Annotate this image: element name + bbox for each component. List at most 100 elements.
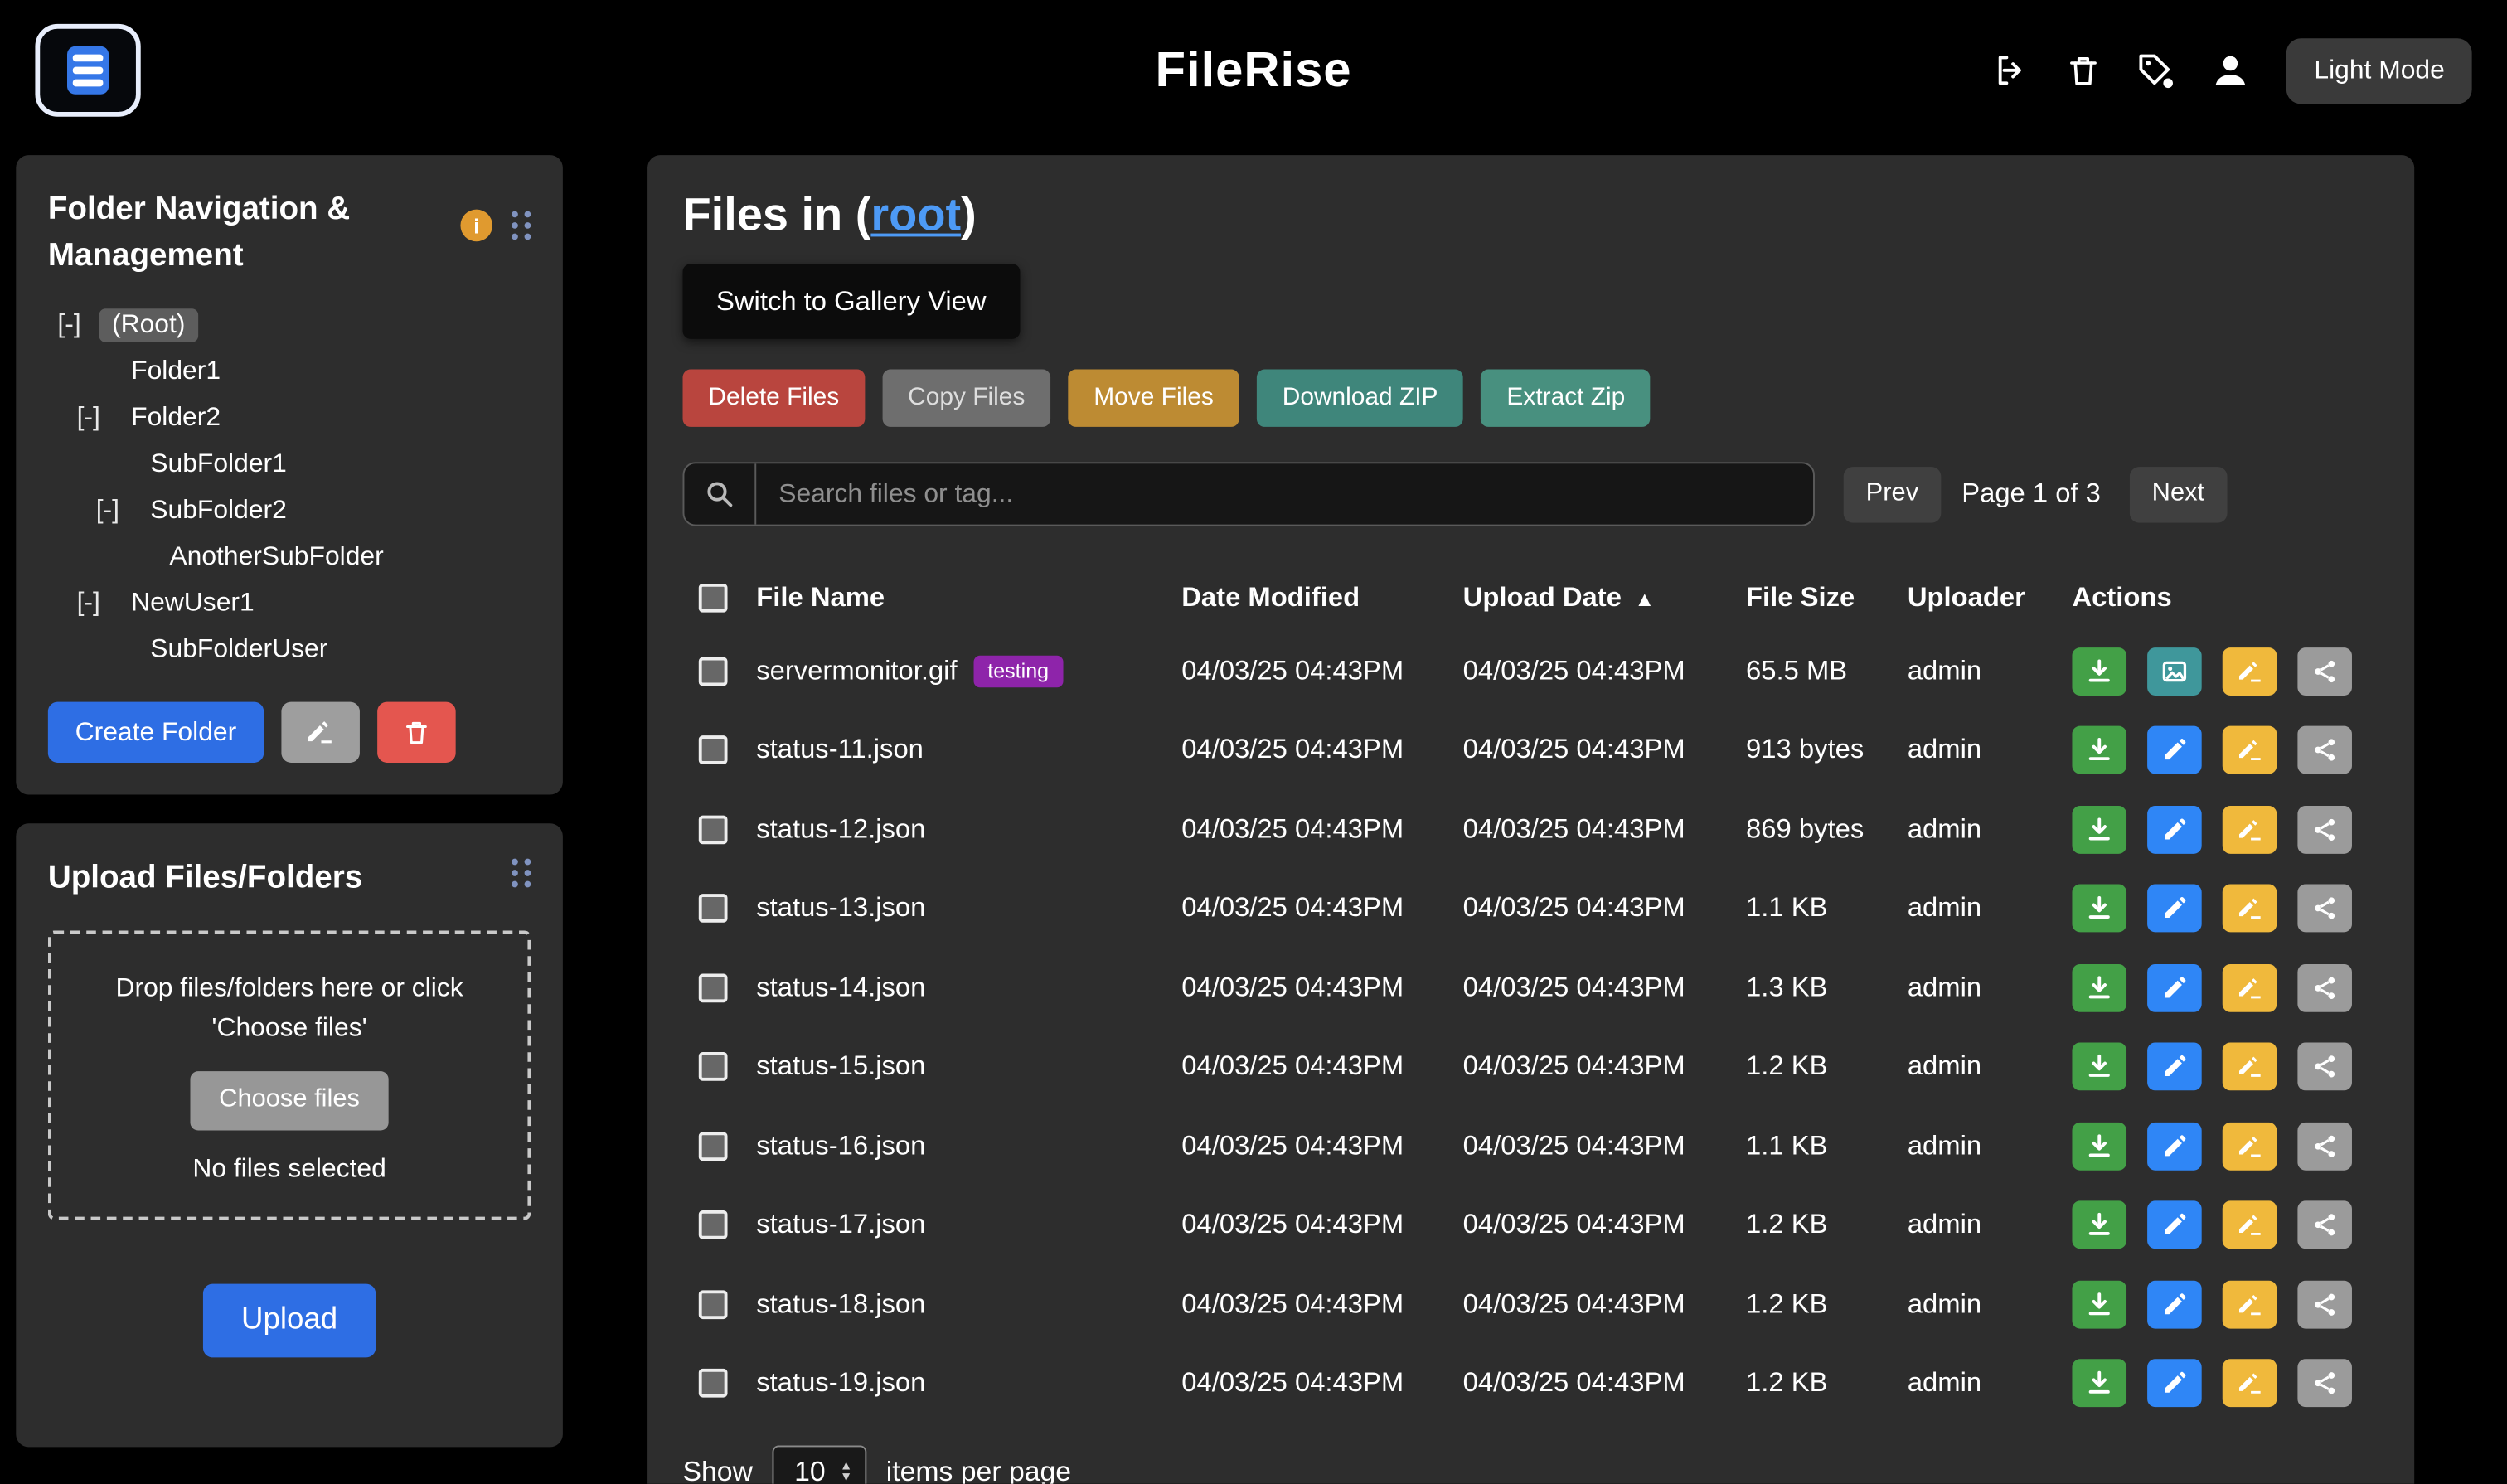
share-button[interactable]: [2297, 963, 2352, 1011]
download-button[interactable]: [2072, 1122, 2126, 1170]
rename-button[interactable]: [2223, 1280, 2277, 1328]
upload-button[interactable]: Upload: [203, 1284, 376, 1358]
edit-button[interactable]: [2147, 1360, 2202, 1408]
rename-button[interactable]: [2223, 1201, 2277, 1249]
row-checkbox[interactable]: [699, 973, 728, 1002]
tree-item-folder2[interactable]: [-]Folder2: [48, 395, 531, 441]
download-button[interactable]: [2072, 1360, 2126, 1408]
rename-button[interactable]: [2223, 885, 2277, 933]
search-input[interactable]: [756, 479, 1813, 510]
delete-folder-button[interactable]: [377, 702, 456, 763]
download-zip-button[interactable]: Download ZIP: [1257, 370, 1463, 427]
file-name[interactable]: status-15.json: [756, 1051, 925, 1084]
row-checkbox[interactable]: [699, 1369, 728, 1398]
rename-button[interactable]: [2223, 806, 2277, 854]
rename-button[interactable]: [2223, 1043, 2277, 1091]
logout-icon[interactable]: [1993, 51, 2031, 90]
file-name[interactable]: status-13.json: [756, 893, 925, 925]
row-checkbox[interactable]: [699, 657, 728, 686]
col-date-modified[interactable]: Date Modified: [1181, 582, 1462, 614]
download-button[interactable]: [2072, 1280, 2126, 1328]
extract-zip-button[interactable]: Extract Zip: [1481, 370, 1651, 427]
share-button[interactable]: [2297, 1360, 2352, 1408]
edit-button[interactable]: [2147, 1122, 2202, 1170]
share-button[interactable]: [2297, 885, 2352, 933]
file-name[interactable]: status-16.json: [756, 1130, 925, 1162]
switch-gallery-button[interactable]: Switch to Gallery View: [683, 264, 1021, 339]
light-mode-button[interactable]: Light Mode: [2287, 37, 2472, 103]
row-checkbox[interactable]: [699, 736, 728, 765]
download-button[interactable]: [2072, 963, 2126, 1011]
share-button[interactable]: [2297, 1201, 2352, 1249]
col-file-name[interactable]: File Name: [756, 582, 1181, 614]
edit-button[interactable]: [2147, 1043, 2202, 1091]
create-folder-button[interactable]: Create Folder: [48, 702, 264, 763]
tree-label[interactable]: Folder2: [119, 401, 234, 435]
copy-files-button[interactable]: Copy Files: [882, 370, 1050, 427]
download-button[interactable]: [2072, 806, 2126, 854]
account-icon[interactable]: [2210, 50, 2252, 91]
share-button[interactable]: [2297, 647, 2352, 696]
file-name[interactable]: status-12.json: [756, 813, 925, 846]
app-logo[interactable]: [35, 24, 140, 117]
tree-label[interactable]: SubFolder2: [138, 494, 299, 528]
tree-toggle-icon[interactable]: [-]: [77, 589, 119, 619]
delete-files-button[interactable]: Delete Files: [683, 370, 866, 427]
file-name[interactable]: status-11.json: [756, 735, 924, 767]
share-button[interactable]: [2297, 1122, 2352, 1170]
file-name[interactable]: servermonitor.gif: [756, 655, 957, 687]
share-button[interactable]: [2297, 1043, 2352, 1091]
row-checkbox[interactable]: [699, 1053, 728, 1082]
download-button[interactable]: [2072, 726, 2126, 774]
tree-toggle-icon[interactable]: [-]: [96, 496, 138, 526]
edit-button[interactable]: [2147, 726, 2202, 774]
tree-label[interactable]: Folder1: [119, 355, 234, 389]
edit-button[interactable]: [2147, 1280, 2202, 1328]
download-button[interactable]: [2072, 1043, 2126, 1091]
row-checkbox[interactable]: [699, 895, 728, 924]
rename-button[interactable]: [2223, 647, 2277, 696]
tree-item-subfolderuser[interactable]: SubFolderUser: [48, 627, 531, 673]
edit-button[interactable]: [2147, 963, 2202, 1011]
prev-page-button[interactable]: Prev: [1844, 466, 1941, 522]
choose-files-button[interactable]: Choose files: [190, 1070, 388, 1129]
edit-button[interactable]: [2147, 885, 2202, 933]
edit-button[interactable]: [2147, 1201, 2202, 1249]
file-name[interactable]: status-18.json: [756, 1288, 925, 1321]
tree-label[interactable]: (Root): [99, 308, 198, 342]
tree-item-anothersubfolder[interactable]: AnotherSubFolder: [48, 534, 531, 580]
rename-button[interactable]: [2223, 1122, 2277, 1170]
trash-icon[interactable]: [2066, 51, 2101, 90]
tag-icon[interactable]: [2136, 51, 2175, 90]
tree-label[interactable]: SubFolderUser: [138, 633, 341, 667]
rename-button[interactable]: [2223, 963, 2277, 1011]
row-checkbox[interactable]: [699, 815, 728, 844]
col-uploader[interactable]: Uploader: [1908, 582, 2073, 614]
col-file-size[interactable]: File Size: [1746, 582, 1908, 614]
tree-item-root[interactable]: [-](Root): [48, 303, 531, 349]
share-button[interactable]: [2297, 726, 2352, 774]
file-name[interactable]: status-17.json: [756, 1210, 925, 1242]
items-per-page-select[interactable]: 10 ▲▼: [772, 1445, 867, 1483]
next-page-button[interactable]: Next: [2130, 466, 2227, 522]
tree-item-subfolder1[interactable]: SubFolder1: [48, 441, 531, 487]
share-button[interactable]: [2297, 1280, 2352, 1328]
tree-label[interactable]: AnotherSubFolder: [157, 541, 396, 575]
tree-toggle-icon[interactable]: [-]: [77, 403, 119, 434]
download-button[interactable]: [2072, 647, 2126, 696]
file-name[interactable]: status-14.json: [756, 972, 925, 1004]
move-files-button[interactable]: Move Files: [1068, 370, 1239, 427]
rename-button[interactable]: [2223, 726, 2277, 774]
drag-handle-icon[interactable]: [512, 211, 531, 240]
tree-item-newuser1[interactable]: [-]NewUser1: [48, 580, 531, 627]
tree-item-subfolder2[interactable]: [-]SubFolder2: [48, 487, 531, 534]
preview-button[interactable]: [2147, 647, 2202, 696]
download-button[interactable]: [2072, 1201, 2126, 1249]
select-all-checkbox[interactable]: [699, 584, 728, 613]
col-upload-date[interactable]: Upload Date▲: [1463, 582, 1746, 614]
tree-label[interactable]: SubFolder1: [138, 448, 299, 482]
row-checkbox[interactable]: [699, 1290, 728, 1319]
tree-toggle-icon[interactable]: [-]: [57, 310, 99, 341]
info-icon[interactable]: i: [460, 210, 492, 242]
row-checkbox[interactable]: [699, 1132, 728, 1161]
